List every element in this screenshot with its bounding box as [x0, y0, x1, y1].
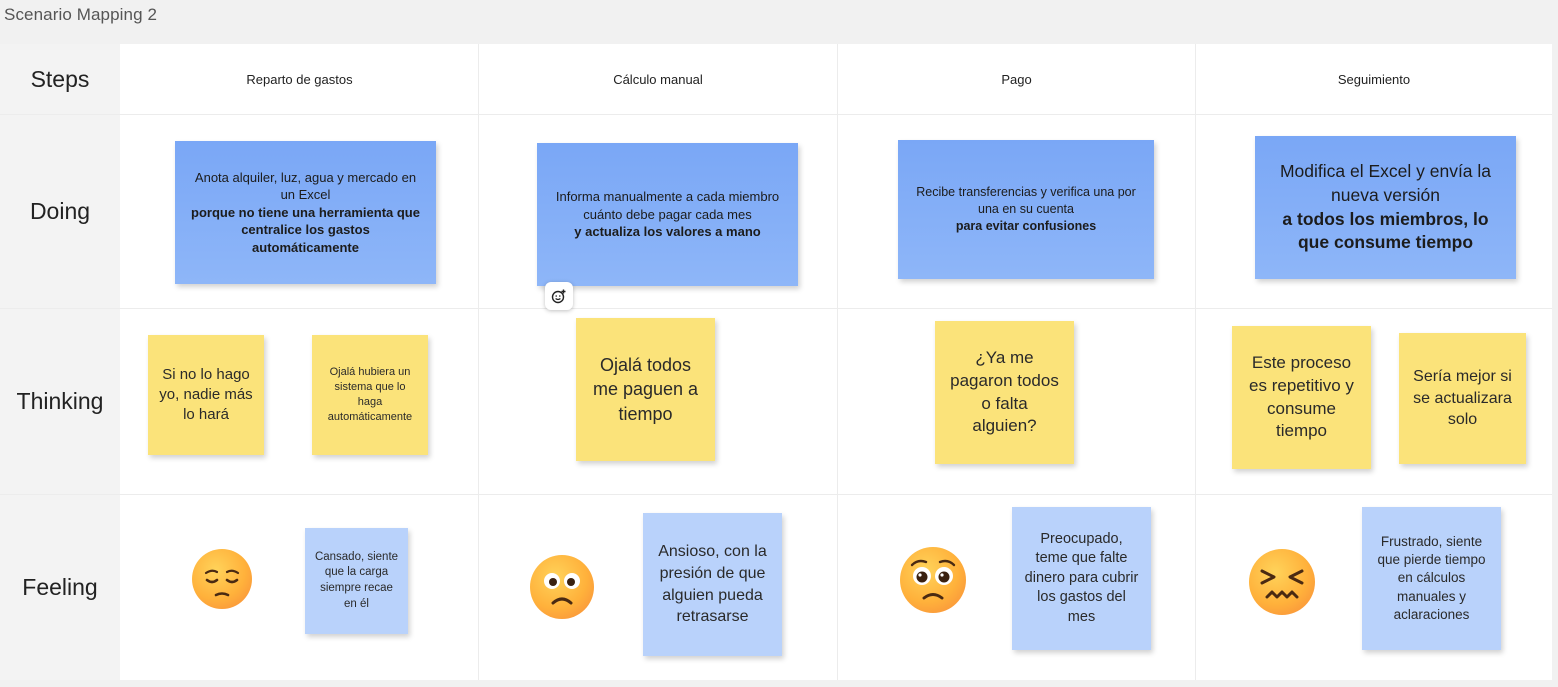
thinking-sticky-note[interactable]: Si no lo hago yo, nadie más lo hará — [148, 335, 264, 455]
pensive-face-icon — [192, 549, 252, 609]
note-text-bold: y actualiza los valores a mano — [574, 224, 761, 240]
column-divider — [1195, 44, 1196, 680]
note-text-bold: porque no tiene una herramienta que cent… — [191, 204, 420, 255]
note-text: Informa manualmente a cada miembro cuánt… — [555, 189, 780, 222]
worried-face-icon — [530, 555, 594, 619]
row-divider — [0, 308, 1552, 309]
column-divider — [478, 44, 479, 680]
row-divider — [0, 494, 1552, 495]
note-text: Sería mejor si se actualizara solo — [1413, 368, 1512, 429]
step-header[interactable]: Reparto de gastos — [121, 44, 478, 114]
thinking-sticky-note[interactable]: Ojalá hubiera un sistema que lo haga aut… — [312, 335, 428, 455]
note-text: ¿Ya me pagaron todos o falta alguien? — [950, 347, 1059, 436]
note-text: Ojalá hubiera un sistema que lo haga aut… — [327, 366, 413, 423]
row-label-doing: Doing — [29, 198, 91, 224]
note-text-bold: a todos los miembros, lo que consume tie… — [1282, 208, 1489, 253]
thinking-sticky-note[interactable]: ¿Ya me pagaron todos o falta alguien? — [935, 321, 1074, 464]
note-text: Recibe transferencias y verifica una por… — [916, 185, 1136, 217]
add-reaction-button[interactable] — [545, 282, 573, 310]
note-text: Frustrado, siente que pierde tiempo en c… — [1377, 533, 1486, 622]
doing-sticky-note[interactable]: Anota alquiler, luz, agua y mercado en u… — [175, 141, 436, 284]
note-text: Preocupado, teme que falte dinero para c… — [1024, 530, 1139, 625]
thinking-sticky-note[interactable]: Sería mejor si se actualizara solo — [1399, 333, 1526, 464]
pleading-face-icon — [900, 547, 966, 613]
column-divider — [837, 44, 838, 680]
thinking-sticky-note[interactable]: Este proceso es repetitivo y consume tie… — [1232, 326, 1371, 469]
row-label-feeling: Feeling — [22, 574, 98, 600]
doing-sticky-note[interactable]: Recibe transferencias y verifica una por… — [898, 140, 1154, 279]
row-label-thinking: Thinking — [16, 388, 104, 414]
feeling-sticky-note[interactable]: Frustrado, siente que pierde tiempo en c… — [1362, 507, 1501, 650]
note-text: Si no lo hago yo, nadie más lo hará — [159, 365, 253, 424]
feeling-sticky-note[interactable]: Ansioso, con la presión de que alguien p… — [643, 513, 782, 656]
thinking-sticky-note[interactable]: Ojalá todos me paguen a tiempo — [576, 318, 715, 461]
step-header[interactable]: Seguimiento — [1196, 44, 1552, 114]
feeling-sticky-note[interactable]: Cansado, siente que la carga siempre rec… — [305, 528, 408, 634]
note-text: Ojalá todos me paguen a tiempo — [592, 355, 699, 424]
add-reaction-icon — [551, 289, 566, 304]
step-header[interactable]: Cálculo manual — [479, 44, 837, 114]
note-text: Este proceso es repetitivo y consume tie… — [1249, 352, 1354, 441]
note-text: Ansioso, con la presión de que alguien p… — [658, 543, 767, 626]
frame-title[interactable]: Scenario Mapping 2 — [4, 5, 157, 25]
note-text: Modifica el Excel y envía la nueva versi… — [1279, 161, 1492, 205]
doing-sticky-note[interactable]: Informa manualmente a cada miembro cuánt… — [537, 143, 798, 286]
row-label-steps: Steps — [30, 66, 90, 92]
confounded-face-icon — [1249, 549, 1315, 615]
row-divider — [0, 114, 1552, 115]
doing-sticky-note[interactable]: Modifica el Excel y envía la nueva versi… — [1255, 136, 1516, 279]
step-header[interactable]: Pago — [838, 44, 1195, 114]
note-text-bold: para evitar confusiones — [955, 218, 1097, 233]
note-text: Anota alquiler, luz, agua y mercado en u… — [194, 169, 417, 203]
note-text: Cansado, siente que la carga siempre rec… — [314, 550, 399, 610]
feeling-sticky-note[interactable]: Preocupado, teme que falte dinero para c… — [1012, 507, 1151, 650]
